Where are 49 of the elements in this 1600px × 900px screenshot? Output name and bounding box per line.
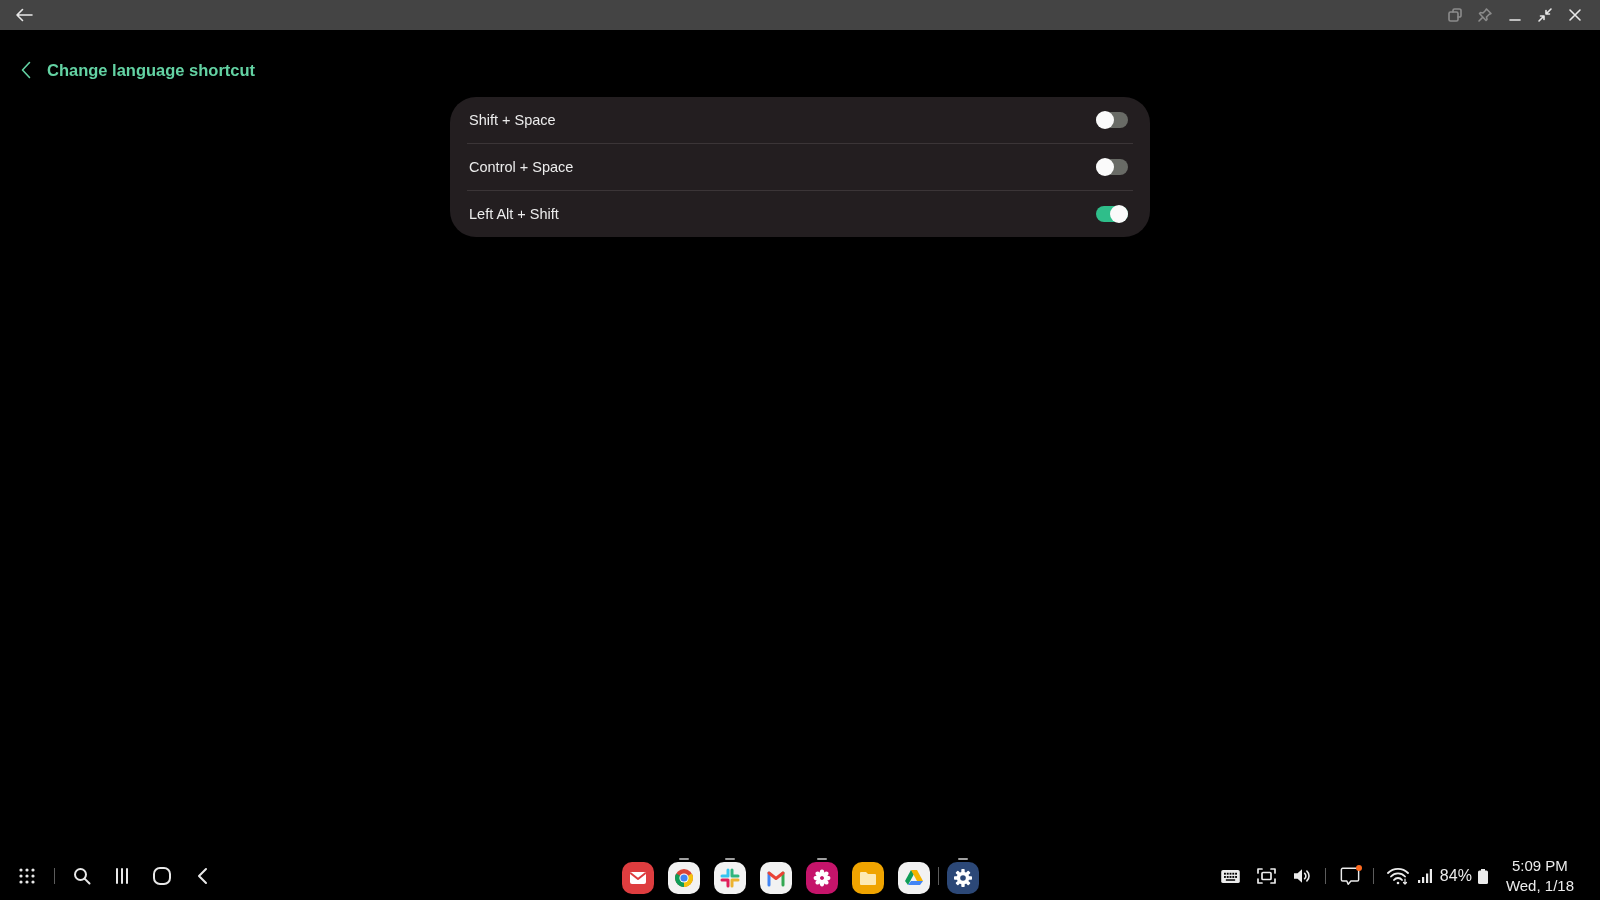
notifications-button[interactable]: [1339, 866, 1360, 886]
running-dash-icon: [816, 858, 827, 860]
battery-percentage: 84%: [1439, 867, 1472, 885]
toggle-switch[interactable]: [1096, 110, 1128, 130]
shortcut-label: Control + Space: [469, 159, 574, 175]
rounded-square-icon: [152, 866, 172, 886]
shortcut-label: Left Alt + Shift: [469, 206, 559, 222]
folder-icon: [851, 862, 884, 894]
wifi-icon: [1386, 867, 1409, 885]
pin-icon: [1477, 7, 1493, 23]
flower-icon: [805, 862, 838, 894]
speaker-icon: [1292, 868, 1311, 884]
volume-button[interactable]: [1292, 868, 1311, 884]
taskbar-app-button[interactable]: [713, 858, 746, 894]
screenshot-button[interactable]: [1256, 868, 1276, 884]
three-bars-icon: [114, 867, 130, 885]
chevron-left-icon: [196, 867, 208, 885]
signal-bars-icon: [1417, 869, 1432, 883]
triangle-logo-icon: [897, 862, 930, 894]
settings-icon: [946, 862, 979, 894]
envelope-icon: [621, 862, 654, 894]
m-logo-icon: [759, 862, 792, 894]
toggle-switch[interactable]: [1096, 157, 1128, 177]
running-dash-icon: [678, 858, 689, 860]
clock-time: 5:09 PM: [1512, 856, 1568, 876]
close-icon: [1567, 7, 1583, 23]
taskbar-app-button[interactable]: [667, 858, 700, 894]
taskbar-app-button[interactable]: [805, 858, 838, 894]
overlapping-squares-icon: [1447, 7, 1463, 23]
running-dash-icon: [724, 858, 735, 860]
battery-icon: [1477, 868, 1488, 884]
taskbar-app-button[interactable]: [946, 858, 979, 894]
speech-bubble-icon: [1339, 866, 1360, 886]
color-bars-icon: [713, 862, 746, 894]
clock-date: Wed, 1/18: [1505, 876, 1574, 896]
screenshot-frame-icon: [1256, 868, 1276, 884]
chevron-left-icon: [21, 61, 31, 79]
page-title: Change language shortcut: [47, 60, 256, 81]
keyboard-icon: [1220, 869, 1240, 883]
toggle-switch[interactable]: [1096, 204, 1128, 224]
back-arrow-icon: [15, 8, 33, 22]
shortcut-label: Shift + Space: [469, 112, 556, 128]
grid-icon: [18, 867, 36, 885]
keyboard-button[interactable]: [1220, 869, 1240, 883]
minimize-icon: [1509, 19, 1521, 21]
inward-arrows-icon: [1537, 7, 1553, 23]
running-dash-icon: [957, 858, 968, 860]
search-icon: [73, 867, 91, 885]
color-ring-icon: [667, 862, 700, 894]
